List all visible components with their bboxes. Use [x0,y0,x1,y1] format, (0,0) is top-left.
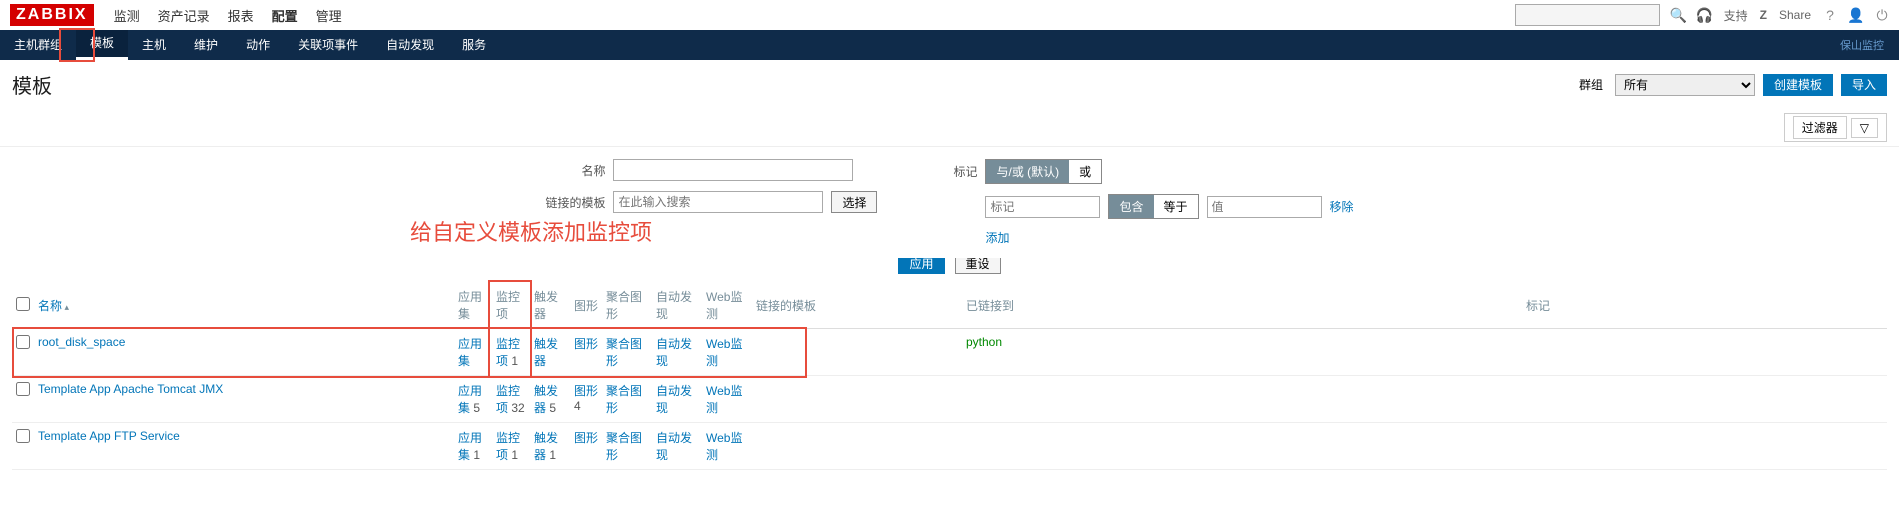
col-screens: 聚合图形 [602,282,652,329]
tag-op-contains[interactable]: 包含 [1109,195,1153,218]
row-checkbox[interactable] [16,382,30,396]
help-icon[interactable]: ? [1823,8,1837,22]
graphs-link[interactable]: 图形 [574,431,598,445]
tag-mode-andor[interactable]: 与/或 (默认) [986,160,1069,183]
filter-name-input[interactable] [613,159,853,181]
topmenu-admin[interactable]: 管理 [316,6,342,25]
col-discovery: 自动发现 [652,282,702,329]
tag-key-input[interactable] [985,196,1100,218]
page-title: 模板 [12,70,52,99]
filter-tags-label: 标记 [917,163,977,180]
topbar: ZABBIX 监测 资产记录 报表 配置 管理 🔍 🎧 支持 Z Share ?… [0,0,1899,30]
filter-select-button[interactable]: 选择 [831,191,877,213]
subnav-hosts[interactable]: 主机 [128,30,180,60]
col-apps: 应用集 [454,282,492,329]
import-button[interactable]: 导入 [1841,74,1887,96]
page-header-right: 群组 所有 创建模板 导入 [1579,74,1887,96]
template-name-link[interactable]: Template App Apache Tomcat JMX [38,382,223,396]
tag-mode-toggle[interactable]: 与/或 (默认) 或 [985,159,1102,184]
filter-toggle-bar: 过滤器▽ [0,109,1899,146]
template-name-link[interactable]: root_disk_space [38,335,125,349]
search-input[interactable] [1515,4,1660,26]
table-row: Template App Apache Tomcat JMX应用集 5监控项 3… [12,376,1887,423]
col-web: Web监测 [702,282,752,329]
discovery-link[interactable]: 自动发现 [656,337,692,368]
topmenu-configuration[interactable]: 配置 [272,6,298,25]
subnav-right-label: 保山监控 [1840,37,1899,53]
page-header: 模板 群组 所有 创建模板 导入 [0,60,1899,109]
subnav-correlation[interactable]: 关联项事件 [284,30,372,60]
web-link[interactable]: Web监测 [706,337,742,368]
col-linked-to: 已链接到 [962,282,1522,329]
tag-mode-or[interactable]: 或 [1069,160,1101,183]
screens-link[interactable]: 聚合图形 [606,431,642,462]
user-icon[interactable]: 👤 [1849,8,1863,22]
subnav-hostgroups[interactable]: 主机群组 [0,30,76,60]
col-tags: 标记 [1522,282,1887,329]
filter-name-label: 名称 [545,162,605,179]
support-icon[interactable]: 🎧 [1698,8,1712,22]
col-items: 监控项 [492,282,530,329]
topbar-right: 🔍 🎧 支持 Z Share ? 👤 ⏻ [1515,4,1889,26]
tag-value-input[interactable] [1207,196,1322,218]
filter-icon: ▽ [1851,118,1878,138]
filter-panel: 名称 链接的模板 选择 标记 与/或 (默认) 或 包含 等于 移除 [0,146,1899,258]
web-link[interactable]: Web监测 [706,431,742,462]
logo: ZABBIX [10,4,94,26]
col-triggers: 触发器 [530,282,570,329]
col-name[interactable]: 名称 [38,299,62,313]
topmenu-monitoring[interactable]: 监测 [114,6,140,25]
row-checkbox[interactable] [16,429,30,443]
share-z-icon: Z [1760,8,1767,22]
group-label: 群组 [1579,76,1603,93]
discovery-link[interactable]: 自动发现 [656,431,692,462]
power-icon[interactable]: ⏻ [1875,8,1889,22]
templates-table: 名称 应用集 监控项 触发器 图形 聚合图形 自动发现 Web监测 链接的模板 … [12,282,1887,470]
tag-remove-link[interactable]: 移除 [1330,198,1354,215]
linked-to-text[interactable]: python [966,335,1002,349]
subnav-services[interactable]: 服务 [448,30,500,60]
table-row: Template App FTP Service应用集 1监控项 1触发器 1图… [12,423,1887,470]
subnav: 主机群组 模板 主机 维护 动作 关联项事件 自动发现 服务 保山监控 [0,30,1899,60]
row-checkbox[interactable] [16,335,30,349]
select-all-checkbox[interactable] [16,297,30,311]
tag-op-toggle[interactable]: 包含 等于 [1108,194,1198,219]
topmenu-reports[interactable]: 报表 [228,6,254,25]
template-name-link[interactable]: Template App FTP Service [38,429,180,443]
subnav-templates[interactable]: 模板 [76,30,128,60]
filter-linked-label: 链接的模板 [545,194,605,211]
content: 名称 应用集 监控项 触发器 图形 聚合图形 自动发现 Web监测 链接的模板 … [0,282,1899,470]
subnav-actions[interactable]: 动作 [232,30,284,60]
tag-add-link[interactable]: 添加 [985,229,1009,246]
share-link[interactable]: Share [1779,8,1811,22]
screens-link[interactable]: 聚合图形 [606,337,642,368]
filter-linked-input[interactable] [613,191,823,213]
table-row: root_disk_space应用集 监控项 1触发器 图形 聚合图形 自动发现… [12,329,1887,376]
search-icon[interactable]: 🔍 [1672,8,1686,22]
graphs-link[interactable]: 图形 [574,384,598,398]
triggers-link[interactable]: 触发器 [534,337,558,368]
subnav-maintenance[interactable]: 维护 [180,30,232,60]
apps-link[interactable]: 应用集 [458,337,482,368]
col-linked-tpl: 链接的模板 [752,282,962,329]
subnav-discovery[interactable]: 自动发现 [372,30,448,60]
tag-op-equals[interactable]: 等于 [1154,195,1198,218]
topmenu-inventory[interactable]: 资产记录 [158,6,210,25]
graphs-link[interactable]: 图形 [574,337,598,351]
support-link[interactable]: 支持 [1724,7,1748,24]
col-graphs: 图形 [570,282,602,329]
screens-link[interactable]: 聚合图形 [606,384,642,415]
filter-toggle[interactable]: 过滤器▽ [1784,113,1887,142]
discovery-link[interactable]: 自动发现 [656,384,692,415]
topmenu: 监测 资产记录 报表 配置 管理 [114,6,342,25]
web-link[interactable]: Web监测 [706,384,742,415]
group-select[interactable]: 所有 [1615,74,1755,96]
create-template-button[interactable]: 创建模板 [1763,74,1833,96]
